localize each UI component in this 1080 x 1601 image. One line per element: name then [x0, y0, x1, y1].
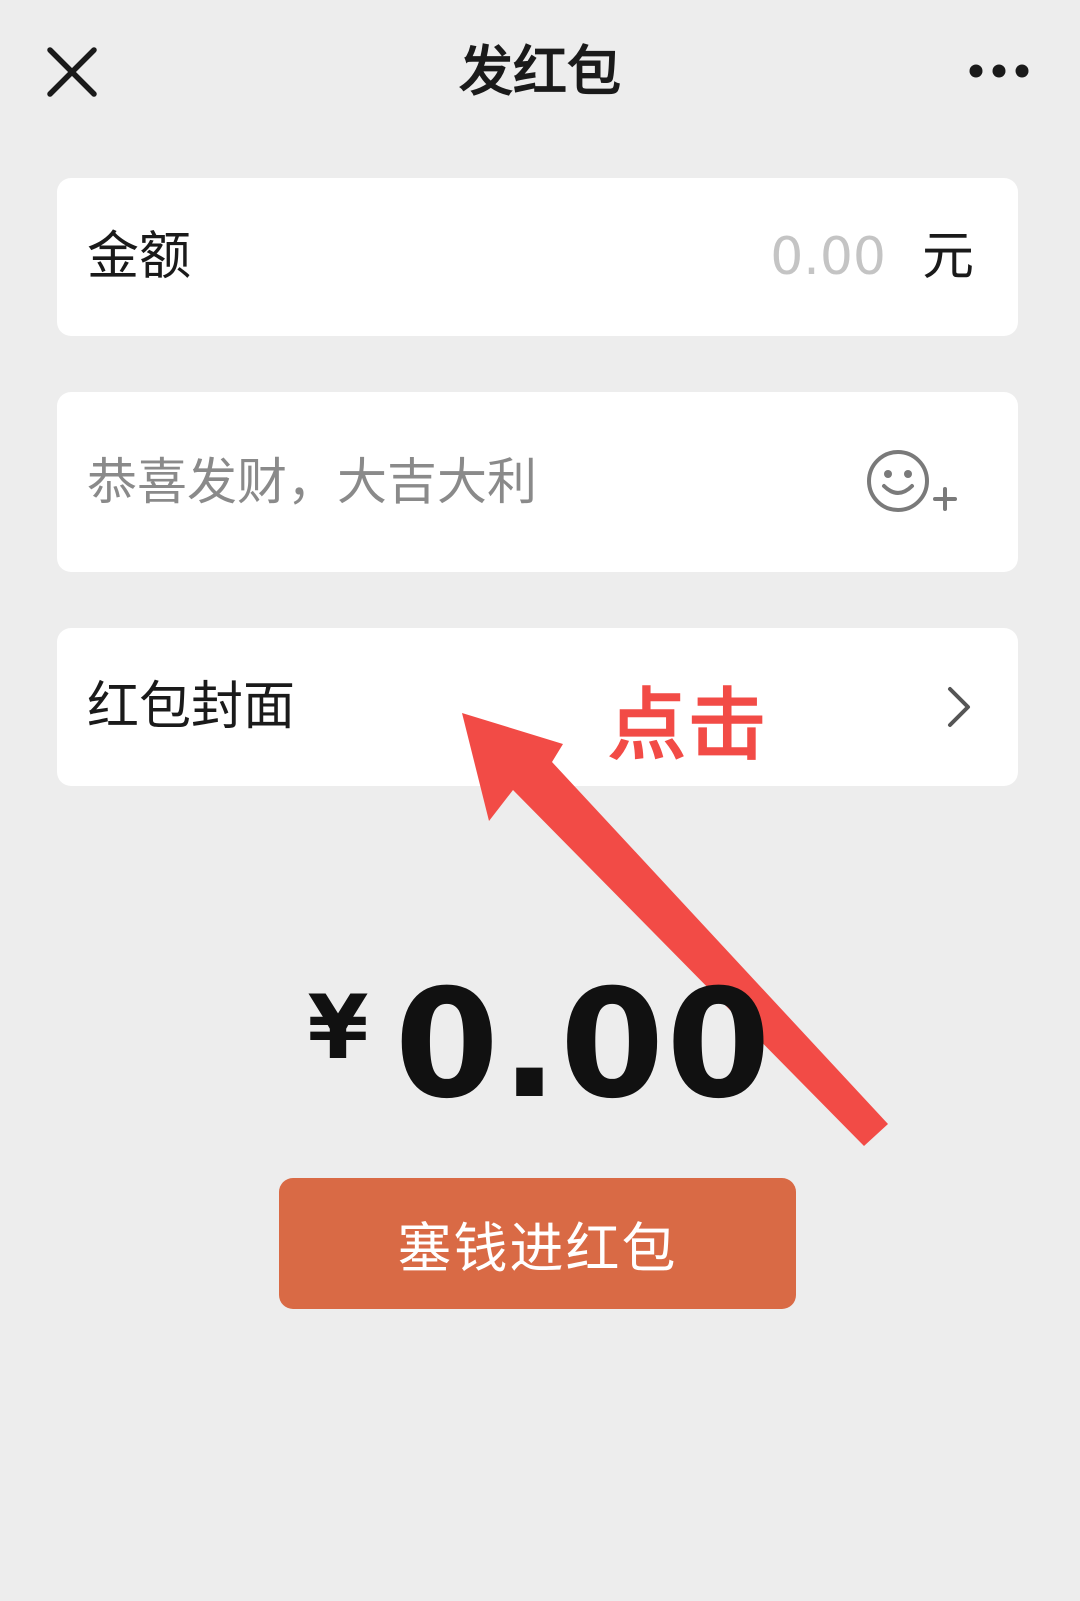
chevron-right-icon — [948, 687, 970, 727]
currency-symbol: ¥ — [307, 976, 369, 1079]
annotation-text: 点击 — [608, 681, 769, 771]
message-input[interactable] — [87, 446, 847, 518]
message-card — [57, 392, 1018, 572]
more-icon[interactable] — [968, 58, 1030, 84]
amount-label: 金额 — [87, 227, 192, 287]
submit-button[interactable]: 塞钱进红包 — [279, 1178, 796, 1309]
navigation-bar: 发红包 — [0, 0, 1080, 140]
amount-card: 金额 元 — [57, 178, 1018, 336]
cover-label: 红包封面 — [87, 677, 296, 737]
total-amount: ¥0.00 — [0, 960, 1080, 1130]
cover-card[interactable]: 红包封面 — [57, 628, 1018, 786]
emoji-add-icon[interactable] — [865, 444, 957, 518]
amount-unit: 元 — [921, 227, 974, 287]
page-title: 发红包 — [459, 40, 621, 103]
amount-input[interactable] — [526, 221, 886, 293]
total-value: 0.00 — [394, 958, 773, 1132]
